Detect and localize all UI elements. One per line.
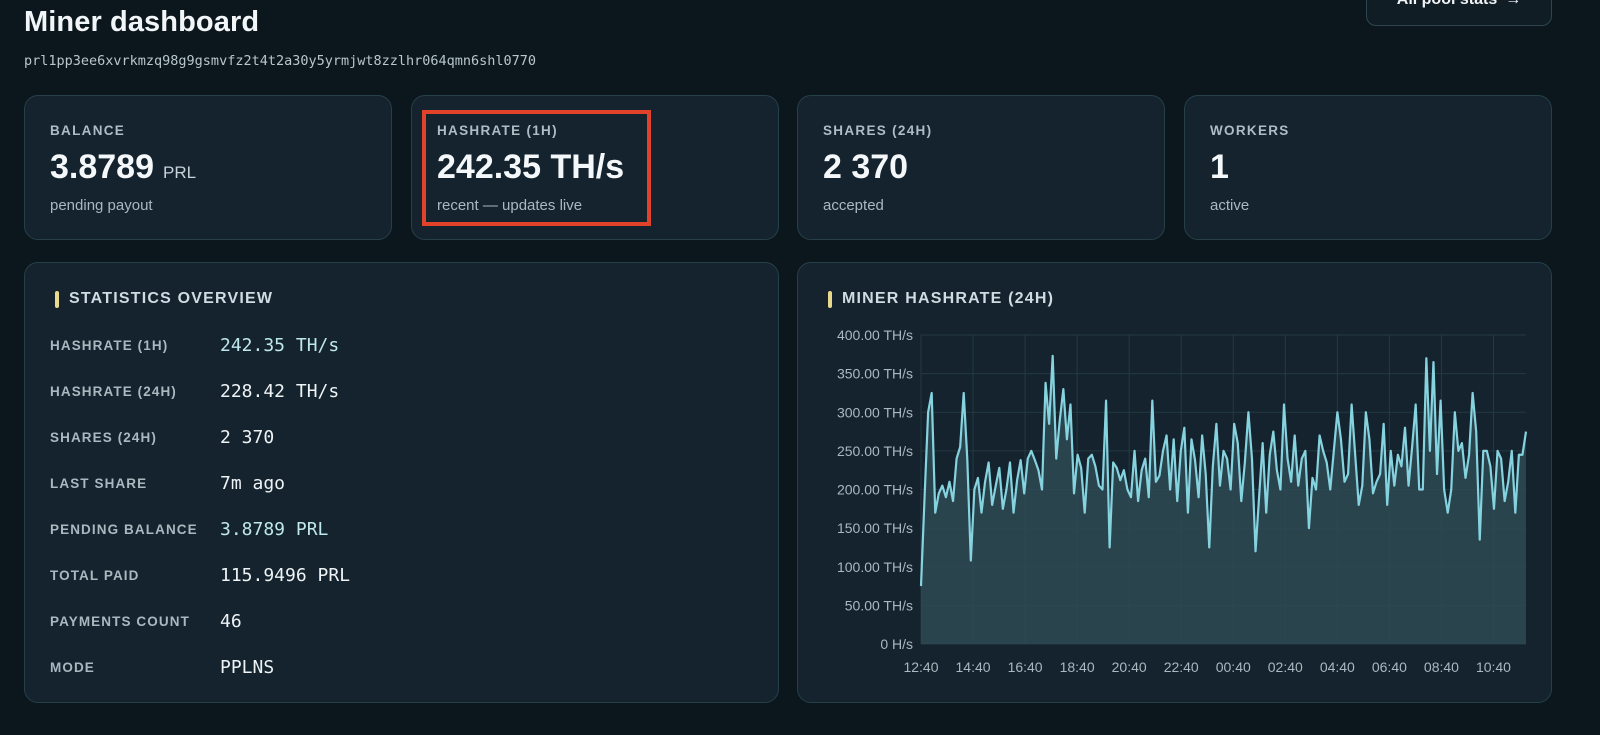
balance-unit: PRL xyxy=(163,163,197,182)
x-tick-label: 18:40 xyxy=(1060,659,1095,675)
all-pool-stats-button[interactable]: All pool stats → xyxy=(1366,0,1552,26)
x-tick-label: 12:40 xyxy=(903,659,938,675)
x-tick-label: 20:40 xyxy=(1112,659,1147,675)
balance-value-row: 3.8789 PRL xyxy=(50,148,196,187)
stats-value: 242.35 TH/s xyxy=(220,334,340,356)
stats-value: 46 xyxy=(220,610,242,632)
stats-row: HASHRATE (1H) 242.35 TH/s xyxy=(50,333,339,357)
x-tick-label: 16:40 xyxy=(1008,659,1043,675)
stats-key: SHARES (24H) xyxy=(50,429,157,445)
statistics-overview-title: STATISTICS OVERVIEW xyxy=(55,290,273,308)
balance-label: BALANCE xyxy=(50,123,126,138)
balance-card: BALANCE 3.8789 PRL pending payout xyxy=(24,95,392,240)
hashrate-subtext: recent — updates live xyxy=(437,197,583,214)
y-tick-label: 0 H/s xyxy=(880,636,913,652)
y-tick-label: 350.00 TH/s xyxy=(837,366,913,382)
balance-subtext: pending payout xyxy=(50,197,153,214)
x-tick-label: 04:40 xyxy=(1320,659,1355,675)
stats-row: HASHRATE (24H) 228.42 TH/s xyxy=(50,379,339,403)
shares-card: SHARES (24H) 2 370 accepted xyxy=(797,95,1165,240)
stats-value: 2 370 xyxy=(220,426,275,448)
workers-label: WORKERS xyxy=(1210,123,1290,138)
y-tick-label: 100.00 TH/s xyxy=(837,559,913,575)
balance-value: 3.8789 xyxy=(50,148,154,186)
x-tick-label: 08:40 xyxy=(1424,659,1459,675)
stats-key: LAST SHARE xyxy=(50,475,148,491)
y-tick-label: 150.00 TH/s xyxy=(837,520,913,536)
x-tick-label: 00:40 xyxy=(1216,659,1251,675)
stats-key: HASHRATE (1H) xyxy=(50,337,169,353)
stats-key: PENDING BALANCE xyxy=(50,521,198,537)
stats-value: PPLNS xyxy=(220,656,275,678)
stats-row: PAYMENTS COUNT 46 xyxy=(50,609,242,633)
miner-dashboard-page: Miner dashboard prl1pp3ee6xvrkmzq98g9gsm… xyxy=(0,0,1600,735)
shares-value: 2 370 xyxy=(823,148,909,186)
statistics-overview-title-text: STATISTICS OVERVIEW xyxy=(69,290,274,307)
stats-key: TOTAL PAID xyxy=(50,567,140,583)
y-tick-label: 300.00 TH/s xyxy=(837,404,913,420)
stats-value: 115.9496 PRL xyxy=(220,564,351,586)
stats-key: PAYMENTS COUNT xyxy=(50,613,190,629)
all-pool-stats-label: All pool stats xyxy=(1397,0,1497,9)
workers-card: WORKERS 1 active xyxy=(1184,95,1552,240)
x-tick-label: 22:40 xyxy=(1164,659,1199,675)
y-tick-label: 250.00 TH/s xyxy=(837,443,913,459)
stats-value: 3.8789 PRL xyxy=(220,518,329,540)
stats-row: LAST SHARE 7m ago xyxy=(50,471,285,495)
y-tick-label: 200.00 TH/s xyxy=(837,482,913,498)
stats-value: 228.42 TH/s xyxy=(220,380,340,402)
stats-value: 7m ago xyxy=(220,472,286,494)
shares-subtext: accepted xyxy=(823,197,884,214)
statistics-overview-panel: STATISTICS OVERVIEW HASHRATE (1H) 242.35… xyxy=(24,262,779,703)
stats-row: MODE PPLNS xyxy=(50,655,274,679)
accent-bar xyxy=(55,290,59,308)
y-tick-label: 50.00 TH/s xyxy=(845,597,913,613)
miner-address: prl1pp3ee6xvrkmzq98g9gsmvfz2t4t2a30y5yrm… xyxy=(24,53,537,69)
x-tick-label: 10:40 xyxy=(1476,659,1511,675)
stats-key: MODE xyxy=(50,659,95,675)
hashrate-label: HASHRATE (1H) xyxy=(437,123,558,138)
stats-row: SHARES (24H) 2 370 xyxy=(50,425,274,449)
hashrate-card: HASHRATE (1H) 242.35 TH/s recent — updat… xyxy=(411,95,779,240)
stats-row: PENDING BALANCE 3.8789 PRL xyxy=(50,517,328,541)
workers-subtext: active xyxy=(1210,197,1250,214)
hashrate-chart: 0 H/s 50.00 TH/s 100.00 TH/s 150.00 TH/s 200… xyxy=(837,327,1528,675)
workers-value: 1 xyxy=(1210,148,1229,186)
y-tick-label: 400.00 TH/s xyxy=(837,327,913,343)
page-title: Miner dashboard xyxy=(24,6,260,38)
hashrate-value: 242.35 TH/s xyxy=(437,148,625,186)
stats-row: TOTAL PAID 115.9496 PRL xyxy=(50,563,350,587)
x-tick-label: 06:40 xyxy=(1372,659,1407,675)
x-tick-label: 14:40 xyxy=(956,659,991,675)
miner-hashrate-panel: MINER HASHRATE (24H) 0 H/s 50.00 TH/s 100.… xyxy=(797,262,1552,703)
shares-label: SHARES (24H) xyxy=(823,123,933,138)
stats-key: HASHRATE (24H) xyxy=(50,383,177,399)
arrow-right-icon: → xyxy=(1505,0,1521,9)
x-tick-label: 02:40 xyxy=(1268,659,1303,675)
